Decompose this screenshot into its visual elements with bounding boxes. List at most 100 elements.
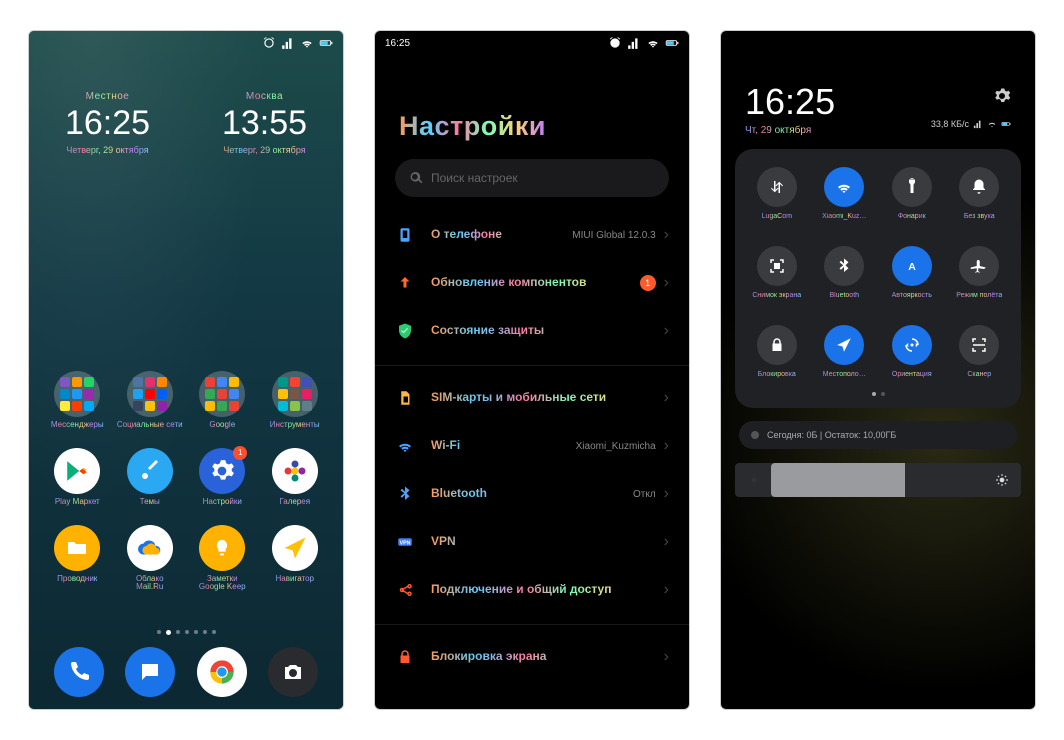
- chevron-right-icon: ›: [664, 437, 669, 455]
- clock-moscow[interactable]: Москва 13:55 Четверг, 29 октября: [222, 91, 307, 155]
- folder-google[interactable]: Google: [186, 371, 259, 430]
- svg-text:VPN: VPN: [400, 540, 411, 546]
- chevron-right-icon: ›: [664, 485, 669, 503]
- screenshot-icon: [757, 246, 797, 286]
- share-icon: [395, 580, 415, 600]
- bt-icon: [824, 246, 864, 286]
- brightness-slider[interactable]: [735, 463, 1021, 497]
- clock-widgets: Местное 16:25 Четверг, 29 октября Москва…: [29, 91, 343, 155]
- qs-tile-label: Снимок экрана: [752, 292, 801, 299]
- data-usage-bar[interactable]: Сегодня: 0Б | Остаток: 10,00ГБ: [739, 421, 1017, 449]
- qs-tile-lock[interactable]: Блокировка: [743, 325, 811, 378]
- settings-item-phone-info[interactable]: О телефонеMIUI Global 12.0.3›: [375, 211, 689, 259]
- app-settings[interactable]: 1 Настройки: [186, 448, 259, 507]
- app-explorer[interactable]: Проводник: [41, 525, 114, 593]
- settings-item-arrow-up[interactable]: Обновление компонентов1 ›: [375, 259, 689, 307]
- battery-icon: [1001, 119, 1011, 129]
- dock-camera[interactable]: [268, 647, 318, 697]
- plane-icon: [959, 246, 999, 286]
- qs-tile-label: Ориентация: [892, 371, 932, 378]
- chevron-right-icon: ›: [664, 533, 669, 551]
- settings-item-share[interactable]: Подключение и общий доступ›: [375, 566, 689, 614]
- qs-tile-location[interactable]: Местополо…: [811, 325, 879, 378]
- settings-item-value: MIUI Global 12.0.3: [572, 230, 655, 241]
- app-label: Play Маркет: [55, 498, 100, 507]
- settings-item-label: Bluetooth: [431, 486, 633, 502]
- badge: 1: [640, 275, 656, 291]
- cloud-icon: [127, 525, 173, 571]
- qs-tile-screenshot[interactable]: Снимок экрана: [743, 246, 811, 299]
- wifi-icon: [395, 436, 415, 456]
- qs-tile-bell[interactable]: Без звука: [946, 167, 1014, 220]
- brush-icon: [127, 448, 173, 494]
- settings-item-label: SIM-карты и мобильные сети: [431, 390, 664, 406]
- folder-icon: [54, 371, 100, 417]
- settings-item-label: Wi-Fi: [431, 438, 576, 454]
- folder-label: Инструменты: [270, 421, 320, 430]
- settings-item-label: Блокировка экрана: [431, 649, 664, 665]
- battery-icon: [665, 36, 679, 50]
- app-keep[interactable]: Заметки Google Keep: [186, 525, 259, 593]
- clock-date: Четверг, 29 октября: [65, 145, 150, 155]
- app-navigator[interactable]: Навигатор: [259, 525, 332, 593]
- settings-item-vpn[interactable]: VPNVPN›: [375, 518, 689, 566]
- folder-icon: [272, 371, 318, 417]
- quick-settings-screen: 16:25 Чт, 29 октября 33,8 КБ/с LugaComXi…: [720, 30, 1036, 710]
- qs-tile-wifi[interactable]: Xiaomi_Kuz…: [811, 167, 879, 220]
- alarm-icon: [262, 36, 276, 50]
- gear-icon: 1: [199, 448, 245, 494]
- chevron-right-icon: ›: [664, 581, 669, 599]
- qs-tile-plane[interactable]: Режим полёта: [946, 246, 1014, 299]
- folder-social[interactable]: Социальные сети: [114, 371, 187, 430]
- wifi-icon: [300, 36, 314, 50]
- folder-messengers[interactable]: Мессенджеры: [41, 371, 114, 430]
- folder-tools[interactable]: Инструменты: [259, 371, 332, 430]
- qs-tile-torch[interactable]: Фонарик: [878, 167, 946, 220]
- app-label: Облако Mail.Ru: [136, 575, 164, 593]
- app-label: Заметки Google Keep: [199, 575, 246, 593]
- search-placeholder: Поиск настроек: [431, 171, 518, 185]
- folder-icon: [54, 525, 100, 571]
- app-mailru-cloud[interactable]: Облако Mail.Ru: [114, 525, 187, 593]
- qs-date: Чт, 29 октября: [745, 125, 835, 136]
- qs-tile-bt[interactable]: Bluetooth: [811, 246, 879, 299]
- dock-chrome[interactable]: [197, 647, 247, 697]
- svg-text:A: A: [908, 261, 916, 273]
- settings-item-label: Подключение и общий доступ: [431, 582, 664, 598]
- settings-item-label: VPN: [431, 534, 664, 550]
- app-themes[interactable]: Темы: [114, 448, 187, 507]
- settings-item-shield[interactable]: Состояние защиты›: [375, 307, 689, 355]
- settings-title: Настройки: [399, 111, 546, 142]
- qs-header: 16:25 Чт, 29 октября: [745, 81, 835, 136]
- rotate-icon: [892, 325, 932, 365]
- settings-item-sim[interactable]: SIM-карты и мобильные сети›: [375, 365, 689, 422]
- settings-item-value: Откл: [633, 489, 656, 500]
- bell-icon: [959, 167, 999, 207]
- qs-tile-scan[interactable]: Сканер: [946, 325, 1014, 378]
- qs-tile-auto-bright[interactable]: A Автояркость: [878, 246, 946, 299]
- app-label: Настройки: [203, 498, 242, 507]
- settings-item-lock[interactable]: Блокировка экрана›: [375, 624, 689, 681]
- qs-page-indicator: [743, 392, 1013, 396]
- qs-tile-label: Автояркость: [892, 292, 932, 299]
- settings-item-bt[interactable]: BluetoothОткл ›: [375, 470, 689, 518]
- settings-item-wifi[interactable]: Wi-FiXiaomi_Kuzmicha›: [375, 422, 689, 470]
- app-play-market[interactable]: Play Маркет: [41, 448, 114, 507]
- dock-phone[interactable]: [54, 647, 104, 697]
- chevron-right-icon: ›: [664, 274, 669, 292]
- clock-time: 13:55: [222, 104, 307, 143]
- badge: 1: [233, 446, 247, 460]
- chevron-right-icon: ›: [664, 322, 669, 340]
- auto-bright-icon: A: [892, 246, 932, 286]
- search-input[interactable]: Поиск настроек: [395, 159, 669, 197]
- settings-screen: 16:25 Настройки Поиск настроек О телефон…: [374, 30, 690, 710]
- settings-button[interactable]: [993, 87, 1011, 110]
- clock-local[interactable]: Местное 16:25 Четверг, 29 октября: [65, 91, 150, 155]
- qs-tile-data[interactable]: LugaCom: [743, 167, 811, 220]
- qs-tile-label: Xiaomi_Kuz…: [822, 213, 866, 220]
- qs-tile-rotate[interactable]: Ориентация: [878, 325, 946, 378]
- app-gallery[interactable]: Галерея: [259, 448, 332, 507]
- slider-track: [771, 463, 995, 497]
- dock-messages[interactable]: [125, 647, 175, 697]
- settings-item-label: Обновление компонентов: [431, 275, 640, 291]
